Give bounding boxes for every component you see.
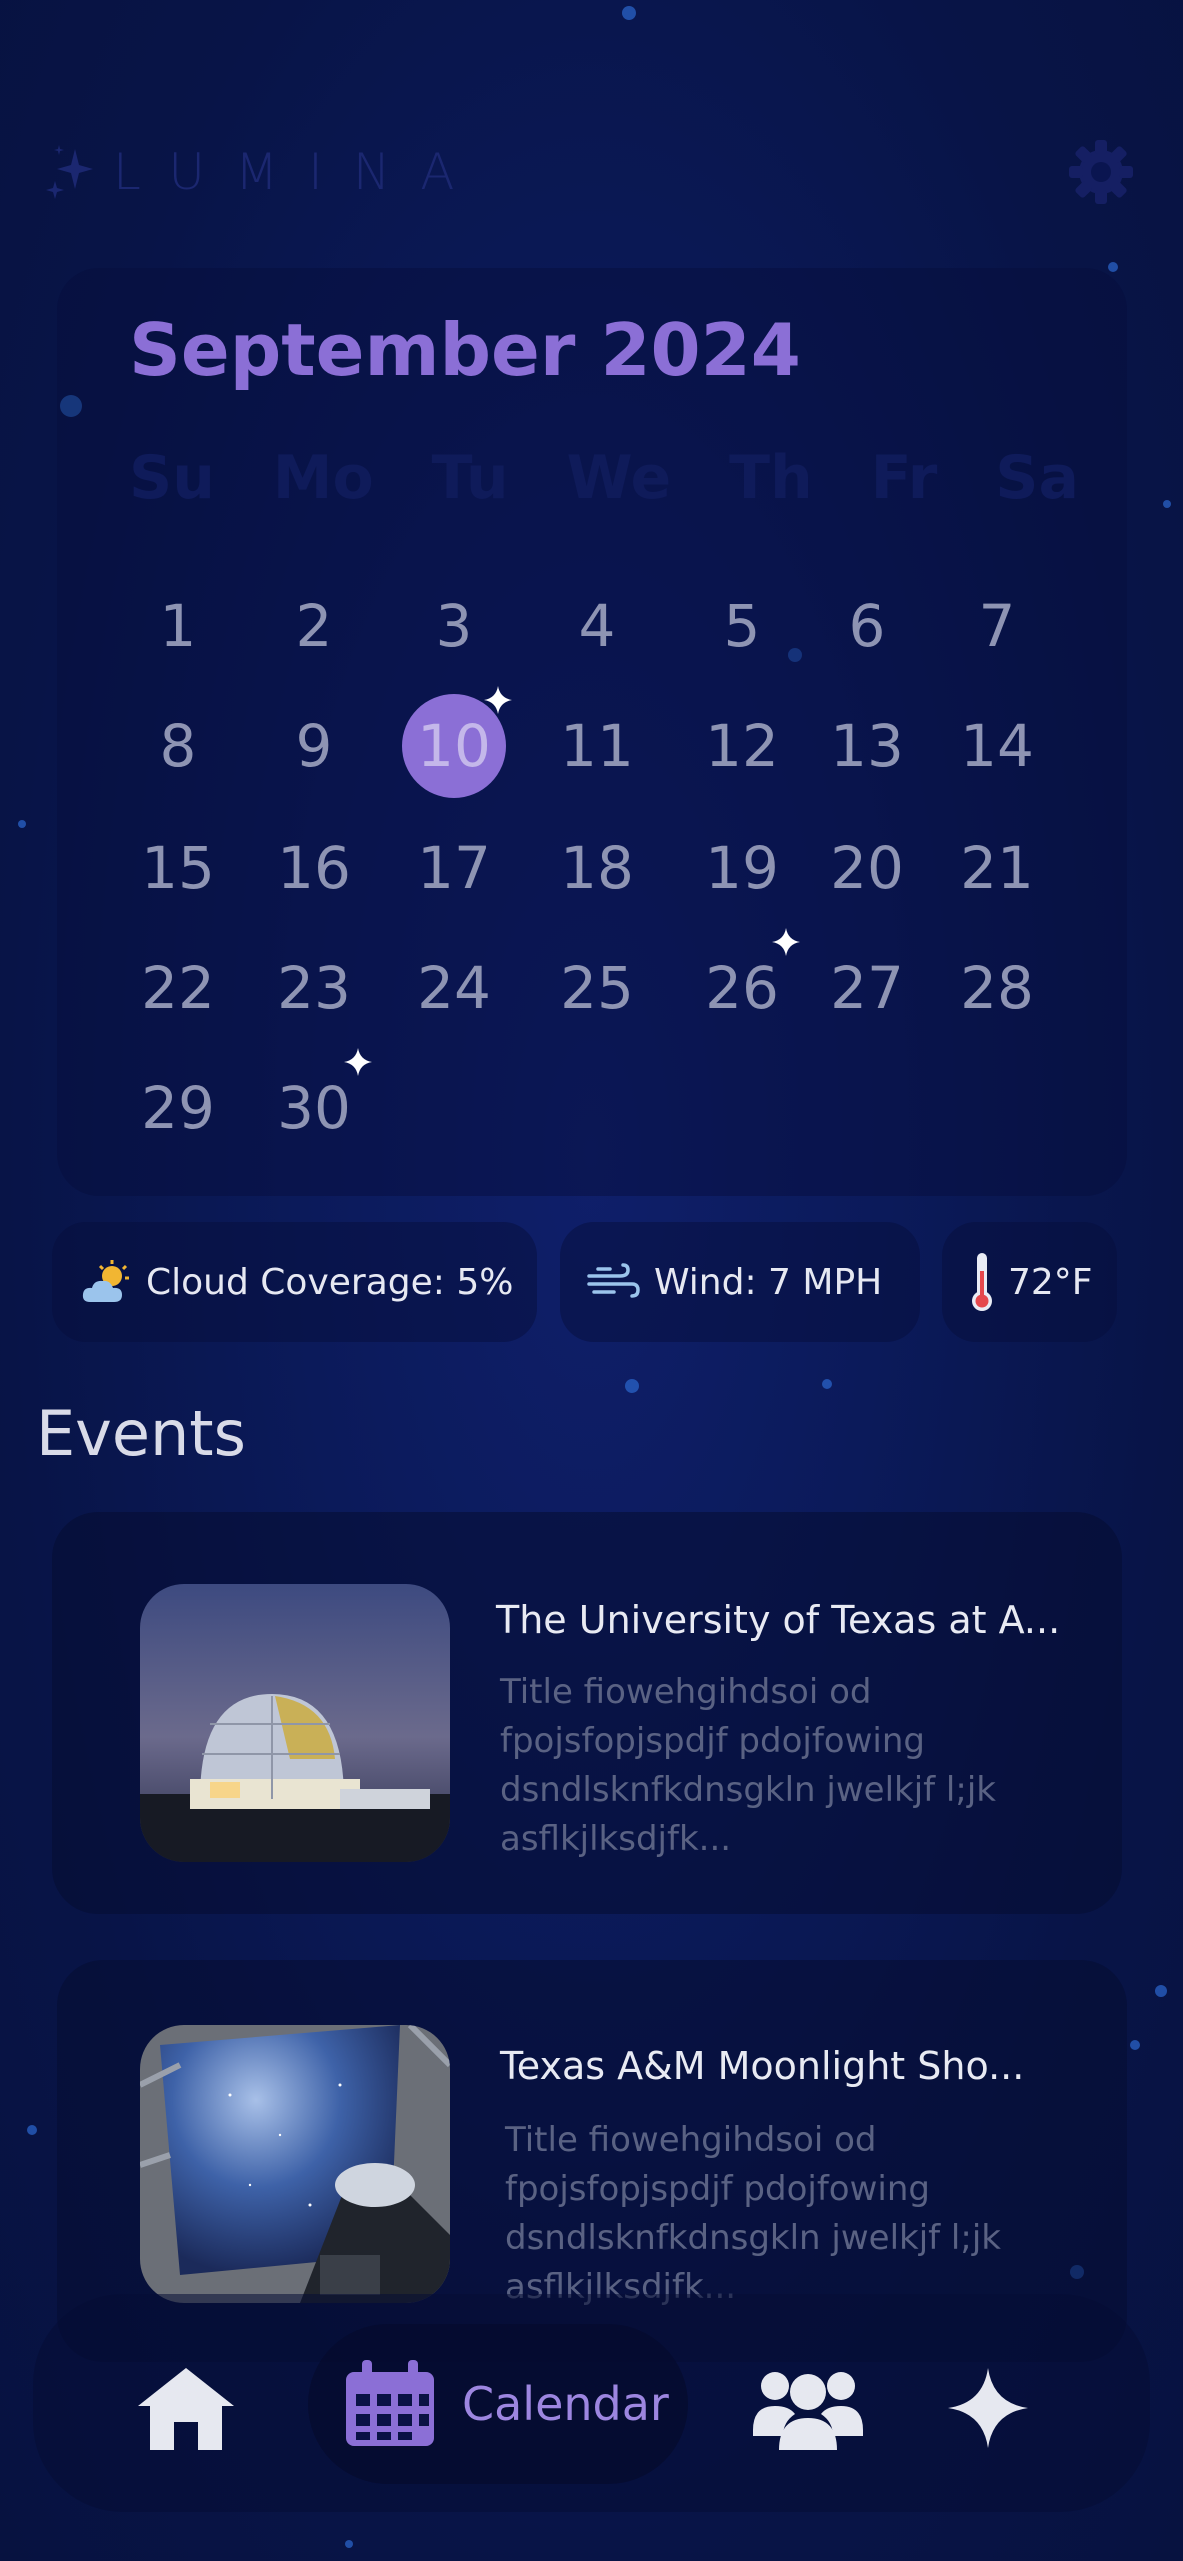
calendar-day[interactable]: 14: [937, 686, 1057, 806]
calendar-day[interactable]: 12: [682, 686, 802, 806]
background-star: [18, 820, 26, 828]
sparkle-logo-icon: [46, 145, 93, 199]
calendar-day[interactable]: 15: [118, 808, 238, 928]
weekday-header: Su Mo Tu We Th Fr Sa: [129, 443, 1079, 513]
events-heading: Events: [36, 1397, 246, 1470]
event-title: The University of Texas at A...: [496, 1598, 1061, 1642]
observatory-image: [140, 1584, 450, 1862]
weekday-label: Mo: [272, 443, 374, 513]
background-star: [622, 6, 636, 20]
background-star: [822, 1379, 832, 1389]
calendar-day[interactable]: 27: [807, 928, 927, 1048]
app-name: LUMINA: [113, 143, 485, 201]
temperature-text: 72°F: [1008, 1261, 1093, 1303]
users-icon[interactable]: [753, 2364, 863, 2450]
background-star: [625, 1379, 639, 1393]
gear-icon[interactable]: [1067, 138, 1135, 206]
calendar-day[interactable]: 2: [254, 566, 374, 686]
weekday-label: Sa: [995, 443, 1079, 513]
calendar-day[interactable]: 28: [937, 928, 1057, 1048]
event-sparkle-icon: [344, 1048, 372, 1076]
calendar-day[interactable]: 19: [682, 808, 802, 928]
event-title: Texas A&M Moonlight Sho...: [500, 2044, 1025, 2088]
weekday-label: Fr: [870, 443, 938, 513]
calendar-day[interactable]: 3: [394, 566, 514, 686]
cloud-coverage-chip: Cloud Coverage: 5%: [52, 1222, 537, 1342]
nav-calendar-button[interactable]: Calendar: [308, 2324, 688, 2484]
bottom-navigation: Calendar: [33, 2294, 1150, 2512]
background-star: [1108, 262, 1118, 272]
background-star: [27, 2125, 37, 2135]
sparkle-icon[interactable]: [948, 2368, 1028, 2448]
event-sparkle-icon: [772, 928, 800, 956]
calendar-day[interactable]: 18: [537, 808, 657, 928]
event-sparkle-icon: [484, 686, 512, 714]
nav-calendar-label: Calendar: [462, 2377, 669, 2431]
partly-cloudy-icon: [82, 1260, 129, 1302]
calendar-day[interactable]: 20: [807, 808, 927, 928]
calendar-icon: [346, 2360, 434, 2446]
cloud-coverage-text: Cloud Coverage: 5%: [146, 1261, 514, 1303]
calendar-day[interactable]: 1: [118, 566, 238, 686]
weekday-label: Su: [129, 443, 215, 513]
calendar-day[interactable]: 11: [537, 686, 657, 806]
wind-icon: [587, 1263, 640, 1298]
calendar-month-title: September 2024: [129, 308, 801, 392]
calendar-card: September 2024 Su Mo Tu We Th Fr Sa 1234…: [57, 268, 1127, 1196]
calendar-day[interactable]: 7: [937, 566, 1057, 686]
calendar-day[interactable]: 21: [937, 808, 1057, 928]
wind-text: Wind: 7 MPH: [654, 1261, 883, 1303]
calendar-day[interactable]: 9: [254, 686, 374, 806]
calendar-day[interactable]: 22: [118, 928, 238, 1048]
calendar-day[interactable]: 25: [537, 928, 657, 1048]
calendar-day[interactable]: 17: [394, 808, 514, 928]
telescope-image: [140, 2025, 450, 2303]
temperature-chip: 72°F: [942, 1222, 1117, 1342]
wind-chip: Wind: 7 MPH: [560, 1222, 920, 1342]
calendar-day[interactable]: 4: [537, 566, 657, 686]
calendar-day[interactable]: 8: [118, 686, 238, 806]
background-star: [1130, 2040, 1140, 2050]
calendar-day[interactable]: 24: [394, 928, 514, 1048]
calendar-day[interactable]: 23: [254, 928, 374, 1048]
calendar-day[interactable]: 5: [682, 566, 802, 686]
event-description: Title fiowehgihdsoi od fpojsfopjspdjf pd…: [500, 1672, 996, 1859]
background-star: [1163, 500, 1171, 508]
event-description: Title fiowehgihdsoi od fpojsfopjspdjf pd…: [505, 2120, 1001, 2307]
weekday-label: Th: [729, 443, 813, 513]
thermometer-icon: [972, 1253, 992, 1311]
calendar-day[interactable]: 6: [807, 566, 927, 686]
home-icon[interactable]: [136, 2366, 236, 2452]
background-star: [1155, 1985, 1167, 1997]
background-star: [345, 2540, 353, 2548]
calendar-day[interactable]: 16: [254, 808, 374, 928]
weekday-label: Tu: [431, 443, 509, 513]
calendar-day[interactable]: 29: [118, 1048, 238, 1168]
calendar-day[interactable]: 13: [807, 686, 927, 806]
weekday-label: We: [566, 443, 672, 513]
event-card[interactable]: The University of Texas at A... Title fi…: [52, 1512, 1122, 1914]
app-logo: LUMINA: [45, 140, 484, 204]
